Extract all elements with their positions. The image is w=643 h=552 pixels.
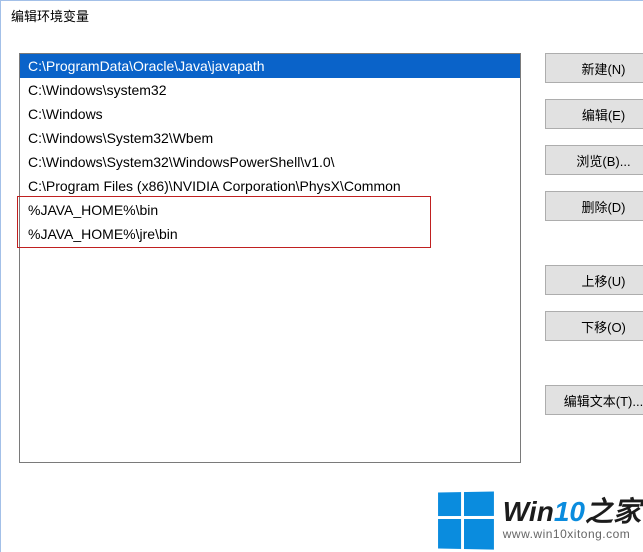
dialog-window: 编辑环境变量 C:\ProgramData\Oracle\Java\javapa… bbox=[0, 0, 643, 552]
watermark: Win10之家 www.win10xitong.com bbox=[437, 492, 641, 546]
button-column: 新建(N) 编辑(E) 浏览(B)... 删除(D) 上移(U) 下移(O) 编… bbox=[545, 53, 643, 431]
list-item[interactable]: C:\Windows\System32\Wbem bbox=[20, 126, 520, 150]
list-item[interactable]: %JAVA_HOME%\bin bbox=[20, 198, 520, 222]
watermark-brand: Win10之家 bbox=[503, 497, 641, 528]
path-listbox[interactable]: C:\ProgramData\Oracle\Java\javapathC:\Wi… bbox=[19, 53, 521, 463]
list-item[interactable]: %JAVA_HOME%\jre\bin bbox=[20, 222, 520, 246]
browse-button[interactable]: 浏览(B)... bbox=[545, 145, 643, 175]
move-down-button[interactable]: 下移(O) bbox=[545, 311, 643, 341]
watermark-text: Win10之家 www.win10xitong.com bbox=[503, 497, 641, 541]
window-title: 编辑环境变量 bbox=[11, 6, 89, 25]
titlebar: 编辑环境变量 bbox=[1, 1, 643, 29]
content-area: C:\ProgramData\Oracle\Java\javapathC:\Wi… bbox=[19, 53, 643, 552]
edit-text-button[interactable]: 编辑文本(T)... bbox=[545, 385, 643, 415]
move-up-button[interactable]: 上移(U) bbox=[545, 265, 643, 295]
new-button[interactable]: 新建(N) bbox=[545, 53, 643, 83]
list-item[interactable]: C:\Windows bbox=[20, 102, 520, 126]
list-item[interactable]: C:\Windows\System32\WindowsPowerShell\v1… bbox=[20, 150, 520, 174]
list-item[interactable]: C:\Windows\system32 bbox=[20, 78, 520, 102]
list-item[interactable]: C:\ProgramData\Oracle\Java\javapath bbox=[20, 54, 520, 78]
watermark-url: www.win10xitong.com bbox=[503, 528, 641, 541]
list-item[interactable]: C:\Program Files (x86)\NVIDIA Corporatio… bbox=[20, 174, 520, 198]
delete-button[interactable]: 删除(D) bbox=[545, 191, 643, 221]
windows-logo-icon bbox=[438, 492, 491, 547]
edit-button[interactable]: 编辑(E) bbox=[545, 99, 643, 129]
